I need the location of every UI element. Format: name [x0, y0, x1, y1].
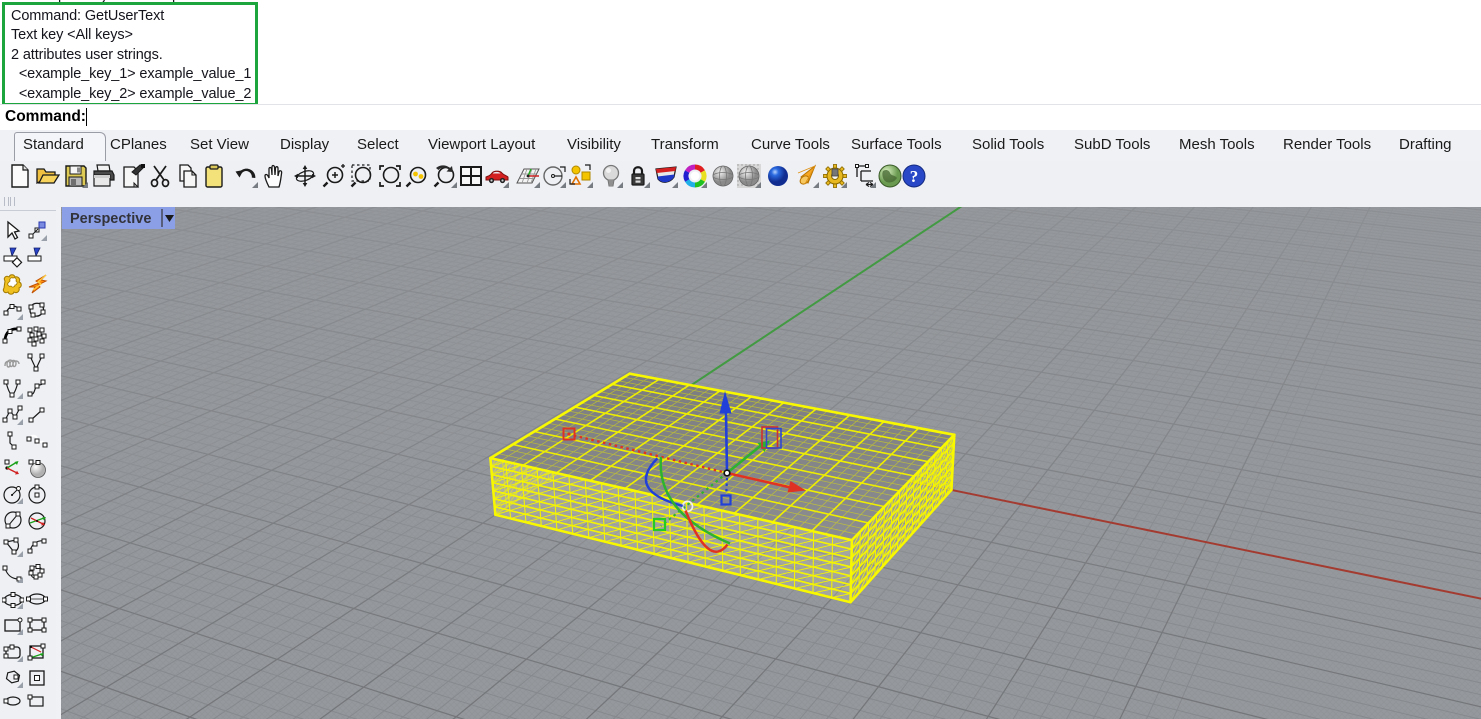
svg-text:?: ? [910, 167, 919, 186]
svg-text:Perspective: Perspective [70, 211, 151, 227]
